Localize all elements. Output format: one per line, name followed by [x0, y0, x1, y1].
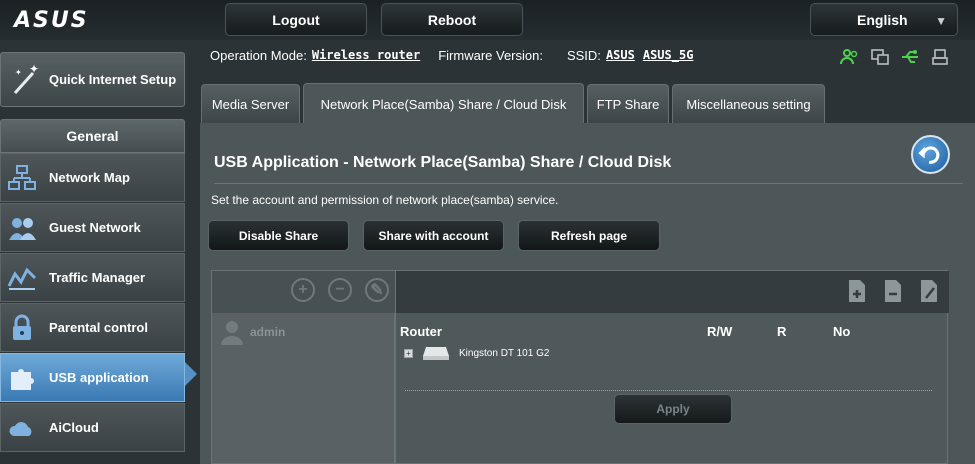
- tab-samba-share[interactable]: Network Place(Samba) Share / Cloud Disk: [303, 83, 584, 124]
- ssid-5g-link[interactable]: ASUS_5G: [643, 48, 694, 63]
- tab-misc-setting[interactable]: Miscellaneous setting: [672, 84, 825, 123]
- column-header-no: No: [833, 324, 851, 339]
- qis-label: Quick Internet Setup: [49, 71, 177, 87]
- reboot-button[interactable]: Reboot: [381, 3, 523, 36]
- asus-logo: ASUS: [14, 8, 89, 33]
- folder-permission-panel: Router R/W R No + Kingston DT 101 G2 App…: [395, 270, 949, 464]
- folder-toolbar: [396, 271, 949, 313]
- edit-folder-icon[interactable]: [918, 278, 940, 304]
- ssid-label: SSID:: [566, 48, 601, 63]
- disable-share-button[interactable]: Disable Share: [208, 220, 349, 251]
- sidebar-item-parental-control[interactable]: Parental control: [0, 303, 185, 352]
- cloud-icon: [9, 422, 32, 436]
- language-select[interactable]: English ▼: [810, 3, 958, 36]
- tab-ftp-share[interactable]: FTP Share: [587, 84, 669, 123]
- apply-button[interactable]: Apply: [614, 394, 732, 424]
- drive-icon: [423, 347, 449, 360]
- account-name: admin: [250, 325, 286, 339]
- ssid-2g-link[interactable]: ASUS: [606, 48, 635, 63]
- user-icon: [221, 321, 243, 345]
- share-with-account-button[interactable]: Share with account: [363, 220, 504, 251]
- sidebar-item-traffic-manager[interactable]: Traffic Manager: [0, 253, 185, 302]
- column-header-r: R: [777, 324, 787, 339]
- delete-folder-icon[interactable]: [882, 278, 904, 304]
- logout-button[interactable]: Logout: [225, 3, 367, 36]
- page-title: USB Application - Network Place(Samba) S…: [214, 154, 672, 171]
- sidebar-item-label: AiCloud: [49, 420, 99, 435]
- sidebar-item-guest-network[interactable]: Guest Network: [0, 203, 185, 252]
- puzzle-icon: [11, 369, 34, 390]
- lock-icon: [13, 314, 31, 340]
- title-divider: [214, 183, 963, 184]
- clients-icon[interactable]: [840, 48, 860, 66]
- firmware-version-label: Firmware Version:: [438, 48, 543, 63]
- refresh-page-button[interactable]: Refresh page: [518, 220, 660, 251]
- account-panel: + − ✎ admin: [211, 270, 396, 464]
- operation-mode-label: Operation Mode:: [210, 48, 307, 63]
- tab-media-server[interactable]: Media Server: [201, 84, 300, 123]
- add-account-icon[interactable]: +: [291, 278, 315, 302]
- svg-text:✦: ✦: [29, 62, 39, 76]
- svg-text:✦: ✦: [15, 68, 22, 77]
- status-bar: Operation Mode: Wireless router Firmware…: [210, 48, 693, 63]
- page-description: Set the account and permission of networ…: [211, 193, 559, 207]
- sidebar-item-usb-application[interactable]: USB application: [0, 353, 185, 402]
- usb-icon[interactable]: [900, 48, 920, 66]
- traffic-manager-icon: [7, 267, 37, 290]
- remove-account-icon[interactable]: −: [328, 278, 352, 302]
- column-header-rw: R/W: [707, 324, 733, 339]
- edit-account-icon[interactable]: ✎: [365, 278, 389, 302]
- sidebar-item-label: Network Map: [49, 170, 130, 185]
- sidebar-item-network-map[interactable]: Network Map: [0, 153, 185, 202]
- devices-icon[interactable]: [870, 48, 890, 66]
- printer-icon[interactable]: [930, 48, 950, 66]
- back-button[interactable]: [911, 135, 950, 174]
- sidebar-item-label: USB application: [49, 370, 149, 385]
- expand-icon[interactable]: +: [404, 348, 413, 358]
- chevron-down-icon: ▼: [935, 14, 947, 28]
- back-arrow-icon: [918, 146, 940, 164]
- main-panel: USB Application - Network Place(Samba) S…: [200, 123, 975, 464]
- active-item-indicator: [185, 362, 197, 386]
- language-value: English: [857, 11, 908, 28]
- top-bar: ASUS Logout Reboot English ▼: [0, 0, 975, 40]
- network-map-icon: [8, 165, 36, 190]
- operation-mode-link[interactable]: Wireless router: [312, 48, 420, 63]
- magic-wand-icon: ✦ ✦: [13, 62, 39, 95]
- device-row[interactable]: + Kingston DT 101 G2: [404, 345, 549, 361]
- sidebar-item-label: Parental control: [49, 320, 148, 335]
- quick-internet-setup-button[interactable]: ✦ ✦ Quick Internet Setup: [0, 52, 185, 107]
- sidebar-item-label: Guest Network: [49, 220, 141, 235]
- separator: [405, 390, 932, 391]
- sidebar-item-aicloud[interactable]: AiCloud: [0, 403, 185, 452]
- general-header: General: [0, 119, 185, 153]
- sidebar-item-label: Traffic Manager: [49, 270, 146, 285]
- account-row-admin[interactable]: admin: [220, 319, 285, 345]
- account-toolbar: + − ✎: [212, 271, 396, 313]
- add-folder-icon[interactable]: [846, 278, 868, 304]
- device-name: Kingston DT 101 G2: [459, 347, 550, 359]
- guest-network-icon: [9, 218, 36, 240]
- folder-tree-root: Router: [400, 324, 442, 339]
